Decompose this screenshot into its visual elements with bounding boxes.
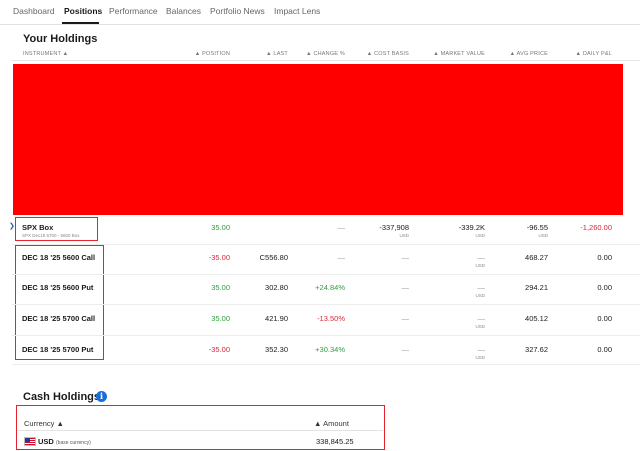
group-description: SPX Dec18 5700 - 5600 Box	[22, 233, 80, 238]
avg-price-value: 468.27	[525, 253, 548, 262]
instrument-name[interactable]: DEC 18 '25 5600 Put	[22, 283, 93, 292]
group-market-value: -339.2K	[458, 223, 485, 232]
cash-amount: 338,845.25	[316, 437, 354, 446]
us-flag-icon	[24, 437, 36, 446]
instrument-name[interactable]: DEC 18 '25 5700 Call	[22, 314, 95, 323]
redacted-block	[13, 64, 623, 215]
row-divider	[12, 304, 640, 305]
header-divider	[12, 60, 640, 61]
col-position[interactable]: ▲ POSITION	[195, 51, 230, 57]
annotation-box-legs	[15, 245, 104, 360]
group-mv-currency: USD	[475, 233, 485, 238]
group-daily-pl: -1,260.00	[580, 223, 612, 232]
group-avg-price: -96.55	[526, 223, 548, 232]
tab-dashboard[interactable]: Dashboard	[13, 6, 55, 16]
change-value: +30.34%	[315, 345, 345, 354]
tab-impact-lens[interactable]: Impact Lens	[274, 6, 320, 16]
position-value: 35.00	[211, 314, 230, 323]
col-avg-price[interactable]: ▲ AVG PRICE	[510, 51, 548, 57]
daily-pl-value: 0.00	[597, 283, 612, 292]
last-value: 352.30	[265, 345, 288, 354]
change-value: -13.50%	[317, 314, 345, 323]
market-currency: USD	[475, 263, 485, 268]
group-name[interactable]: SPX Box	[22, 223, 53, 232]
market-value: —	[477, 283, 486, 292]
daily-pl-value: 0.00	[597, 253, 612, 262]
position-value: -35.00	[208, 345, 230, 354]
cost-basis-value: —	[401, 283, 410, 292]
row-divider	[12, 364, 640, 365]
cash-header-divider	[18, 430, 383, 431]
tab-bar: Dashboard Positions Performance Balances…	[0, 0, 640, 25]
cash-holdings-title: Cash Holdings	[23, 391, 101, 403]
cash-currency: USD	[38, 437, 54, 446]
cost-basis-value: —	[401, 345, 410, 354]
col-change-pct[interactable]: ▲ CHANGE %	[306, 51, 345, 57]
last-value: 302.80	[265, 283, 288, 292]
position-value: 35.00	[211, 283, 230, 292]
chevron-down-icon[interactable]: ❯	[9, 222, 15, 230]
group-change: —	[337, 223, 346, 232]
avg-price-value: 405.12	[525, 314, 548, 323]
market-currency: USD	[475, 324, 485, 329]
cost-basis-value: —	[401, 314, 410, 323]
market-currency: USD	[475, 293, 485, 298]
tab-positions[interactable]: Positions	[64, 6, 102, 16]
avg-price-value: 327.62	[525, 345, 548, 354]
group-avg-currency: USD	[538, 233, 548, 238]
col-currency[interactable]: Currency ▲	[24, 419, 64, 428]
last-value: C556.80	[259, 253, 288, 262]
group-cost-currency: USD	[399, 233, 409, 238]
group-cost-basis: -337,908	[379, 223, 409, 232]
change-value: —	[337, 253, 346, 262]
col-instrument[interactable]: INSTRUMENT ▲	[23, 51, 68, 57]
holdings-title: Your Holdings	[23, 33, 98, 45]
info-icon[interactable]: i	[96, 391, 107, 402]
last-value: 421.90	[265, 314, 288, 323]
col-last[interactable]: ▲ LAST	[266, 51, 288, 57]
daily-pl-value: 0.00	[597, 345, 612, 354]
col-cost-basis[interactable]: ▲ COST BASIS	[367, 51, 409, 57]
row-divider	[12, 335, 640, 336]
position-value: -35.00	[208, 253, 230, 262]
group-position: 35.00	[211, 223, 230, 232]
active-tab-indicator	[62, 22, 99, 24]
row-divider	[12, 244, 640, 245]
market-value: —	[477, 314, 486, 323]
market-currency: USD	[475, 355, 485, 360]
instrument-name[interactable]: DEC 18 '25 5600 Call	[22, 253, 95, 262]
market-value: —	[477, 345, 486, 354]
tab-portfolio-news[interactable]: Portfolio News	[210, 6, 265, 16]
avg-price-value: 294.21	[525, 283, 548, 292]
row-divider	[12, 274, 640, 275]
tab-balances[interactable]: Balances	[166, 6, 201, 16]
market-value: —	[477, 253, 486, 262]
instrument-name[interactable]: DEC 18 '25 5700 Put	[22, 345, 93, 354]
daily-pl-value: 0.00	[597, 314, 612, 323]
col-market-value[interactable]: ▲ MARKET VALUE	[433, 51, 485, 57]
tab-performance[interactable]: Performance	[109, 6, 158, 16]
change-value: +24.84%	[315, 283, 345, 292]
col-amount[interactable]: ▲ Amount	[314, 419, 349, 428]
cost-basis-value: —	[401, 253, 410, 262]
col-daily-pl[interactable]: ▲ DAILY P&L	[576, 51, 612, 57]
cash-currency-note: (base currency)	[56, 440, 91, 446]
